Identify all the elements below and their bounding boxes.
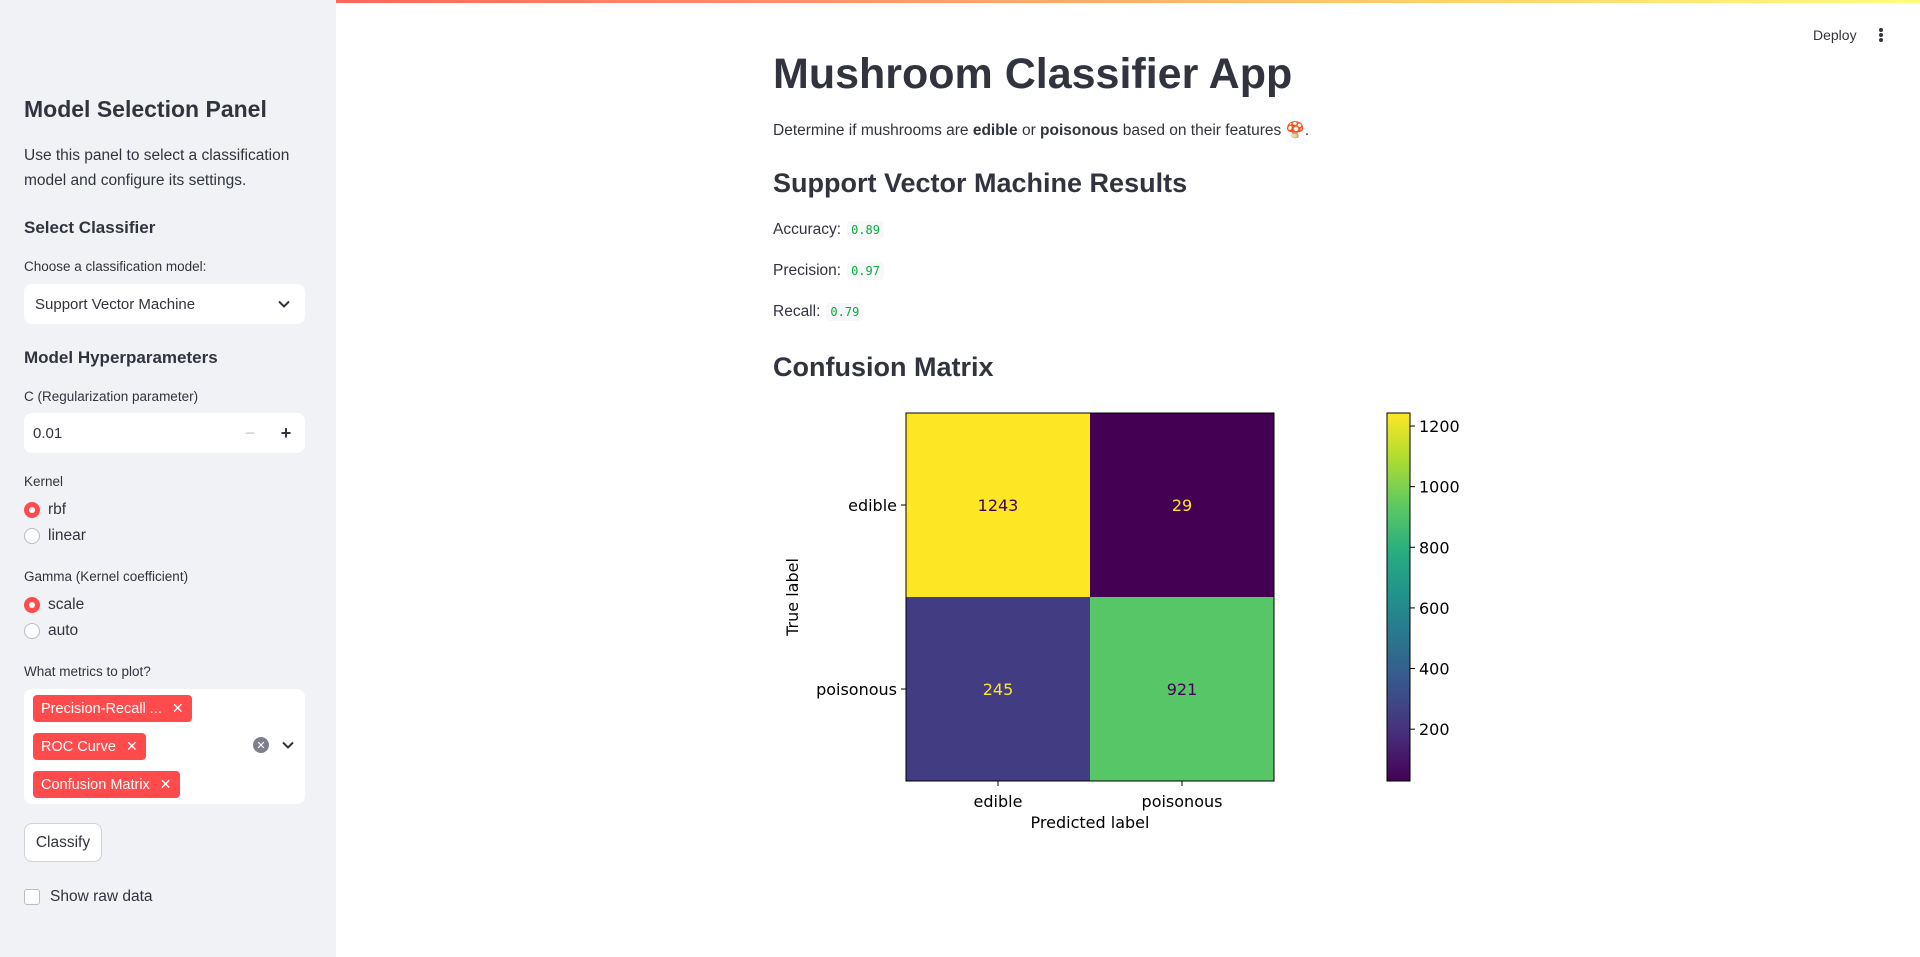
mushroom-icon: 🍄 bbox=[1285, 122, 1305, 139]
show-raw-data-checkbox[interactable]: Show raw data bbox=[24, 888, 153, 906]
more-vertical-icon[interactable] bbox=[1876, 26, 1886, 44]
cell-value-label: 29 bbox=[1172, 496, 1192, 515]
cell-value-label: 921 bbox=[1167, 680, 1198, 699]
metric-precision: Precision: 0.97 bbox=[773, 262, 884, 280]
colorbar-tick-label: 800 bbox=[1419, 538, 1450, 557]
hyperparams-heading: Model Hyperparameters bbox=[24, 348, 218, 367]
colorbar-tick-label: 1200 bbox=[1419, 417, 1460, 436]
intro-edible: edible bbox=[972, 122, 1018, 139]
metrics-label: What metrics to plot? bbox=[24, 664, 151, 679]
x-tick-label: edible bbox=[974, 792, 1023, 811]
chevron-down-icon[interactable] bbox=[279, 736, 297, 754]
y-axis-label: True label bbox=[783, 558, 802, 637]
metric-tag[interactable]: Confusion Matrix ✕ bbox=[33, 771, 180, 798]
colorbar-tick-label: 600 bbox=[1419, 599, 1450, 618]
c-label: C (Regularization parameter) bbox=[24, 389, 199, 404]
chevron-down-icon bbox=[278, 300, 290, 308]
intro-poisonous: poisonous bbox=[1040, 122, 1119, 139]
radio-selected-icon[interactable] bbox=[24, 597, 40, 613]
close-icon[interactable]: ✕ bbox=[172, 700, 184, 717]
increment-button[interactable]: + bbox=[271, 413, 301, 453]
deploy-button[interactable]: Deploy bbox=[1813, 27, 1857, 43]
intro-prefix: Determine if mushrooms are bbox=[773, 122, 973, 139]
sidebar-description: Use this panel to select a classificatio… bbox=[24, 147, 290, 189]
metric-tag-label: Confusion Matrix bbox=[41, 776, 150, 793]
classify-button[interactable]: Classify bbox=[24, 823, 102, 862]
cell-value-label: 1243 bbox=[978, 496, 1019, 515]
close-icon[interactable]: ✕ bbox=[126, 738, 138, 755]
metric-tag[interactable]: Precision-Recall ... ✕ bbox=[33, 695, 192, 722]
page-title: Mushroom Classifier App bbox=[773, 50, 1293, 98]
metrics-multiselect[interactable]: Precision-Recall ... ✕ ROC Curve ✕ Confu… bbox=[24, 689, 305, 804]
colorbar-tick-label: 400 bbox=[1419, 660, 1450, 679]
radio-kernel-rbf[interactable]: rbf bbox=[24, 501, 66, 519]
decrement-button[interactable]: − bbox=[235, 413, 265, 453]
radio-gamma-auto[interactable]: auto bbox=[24, 622, 78, 640]
metric-tag[interactable]: ROC Curve ✕ bbox=[33, 733, 146, 760]
intro-suffix: based on their features bbox=[1118, 122, 1282, 139]
cell-value-label: 245 bbox=[983, 680, 1014, 699]
metric-recall: Recall: 0.79 bbox=[773, 303, 864, 321]
radio-label: scale bbox=[48, 596, 85, 613]
y-tick-label: edible bbox=[848, 496, 897, 515]
intro-text: Determine if mushrooms are edible or poi… bbox=[773, 121, 1309, 140]
radio-kernel-linear[interactable]: linear bbox=[24, 527, 86, 545]
c-input-value[interactable]: 0.01 bbox=[33, 425, 62, 442]
kernel-label: Kernel bbox=[24, 474, 64, 489]
results-heading: Support Vector Machine Results bbox=[773, 168, 1188, 198]
c-number-input[interactable]: 0.01 − + bbox=[24, 413, 305, 453]
model-select-value: Support Vector Machine bbox=[35, 295, 196, 313]
checkbox-label: Show raw data bbox=[50, 888, 153, 905]
model-select[interactable]: Support Vector Machine bbox=[24, 284, 305, 324]
radio-gamma-scale[interactable]: scale bbox=[24, 596, 84, 614]
radio-label: rbf bbox=[48, 501, 67, 518]
model-label: Choose a classification model: bbox=[24, 259, 207, 274]
metric-label: Accuracy: bbox=[773, 221, 842, 238]
metric-tag-label: ROC Curve bbox=[41, 738, 116, 755]
gamma-label: Gamma (Kernel coefficient) bbox=[24, 569, 189, 584]
x-axis-label: Predicted label bbox=[1031, 813, 1150, 832]
x-tick-label: poisonous bbox=[1142, 792, 1223, 811]
radio-unselected-icon[interactable] bbox=[24, 623, 40, 639]
close-icon[interactable]: ✕ bbox=[160, 776, 172, 793]
radio-label: auto bbox=[48, 622, 79, 639]
metric-tag-label: Precision-Recall ... bbox=[41, 700, 162, 717]
radio-unselected-icon[interactable] bbox=[24, 528, 40, 544]
radio-label: linear bbox=[48, 527, 86, 544]
confusion-matrix-plot: 1243 29 245 921 edible poisonous edible poison… bbox=[783, 412, 1460, 832]
radio-selected-icon[interactable] bbox=[24, 502, 40, 518]
metric-value: 0.89 bbox=[847, 221, 884, 239]
colorbar bbox=[1386, 412, 1411, 782]
sidebar: Model Selection Panel Use this panel to … bbox=[0, 0, 336, 957]
confusion-matrix-heading: Confusion Matrix bbox=[773, 352, 994, 382]
metric-label: Precision: bbox=[773, 262, 842, 279]
metric-value: 0.97 bbox=[847, 262, 884, 280]
clear-all-icon[interactable]: ✕ bbox=[253, 737, 269, 753]
select-classifier-heading: Select Classifier bbox=[24, 218, 156, 237]
metric-value: 0.79 bbox=[826, 303, 864, 321]
checkbox-icon[interactable] bbox=[24, 889, 40, 905]
sidebar-title: Model Selection Panel bbox=[24, 96, 267, 122]
intro-end: . bbox=[1304, 122, 1310, 139]
colorbar-tick-label: 1000 bbox=[1419, 478, 1460, 497]
y-tick-label: poisonous bbox=[816, 680, 897, 699]
metric-accuracy: Accuracy: 0.89 bbox=[773, 221, 884, 239]
colorbar-tick-label: 200 bbox=[1419, 720, 1450, 739]
metric-label: Recall: bbox=[773, 303, 821, 320]
intro-or: or bbox=[1017, 122, 1041, 139]
